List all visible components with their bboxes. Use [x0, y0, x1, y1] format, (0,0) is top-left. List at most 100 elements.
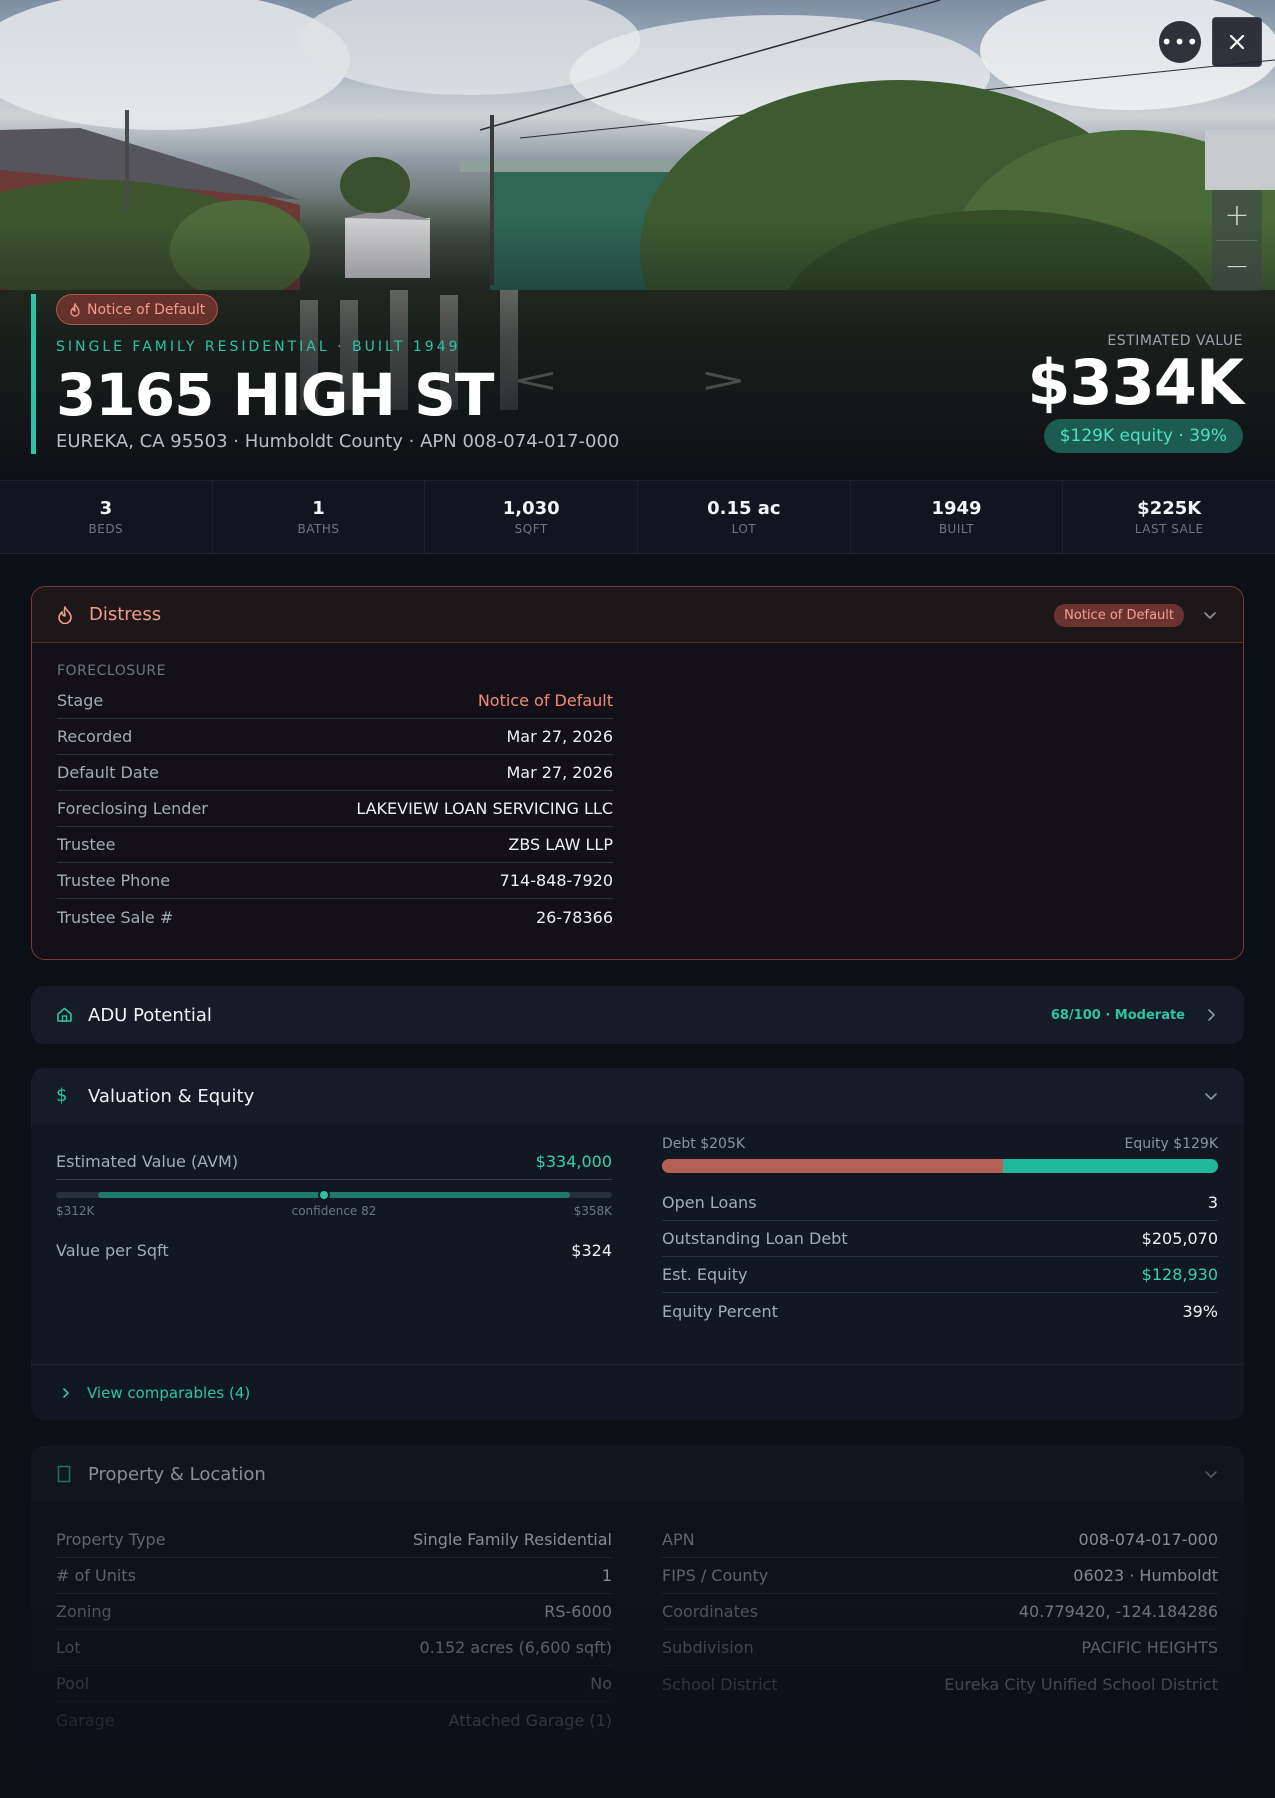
adu-potential-panel[interactable]: ADU Potential 68/100 · Moderate: [31, 986, 1244, 1044]
chevron-down-icon[interactable]: [1203, 1466, 1219, 1482]
stat-label: SQFT: [514, 522, 548, 536]
detail-key: Open Loans: [662, 1193, 757, 1212]
distress-panel: Distress Notice of Default FORECLOSURE S…: [31, 586, 1244, 960]
detail-key: Foreclosing Lender: [57, 799, 208, 818]
adu-panel-header[interactable]: ADU Potential 68/100 · Moderate: [31, 986, 1244, 1044]
detail-row-trustee: Trustee ZBS LAW LLP: [57, 827, 613, 863]
distress-panel-header[interactable]: Distress Notice of Default: [32, 587, 1243, 643]
detail-key: Property Type: [56, 1530, 166, 1549]
detail-row-recorded: Recorded Mar 27, 2026: [57, 719, 613, 755]
detail-row-stage: Stage Notice of Default: [57, 683, 613, 719]
stat-value: 1: [312, 498, 325, 519]
detail-row-trustee-sale: Trustee Sale # 26-78366: [57, 899, 613, 935]
distress-tag: Notice of Default: [56, 294, 219, 325]
adu-score-badge: 68/100 · Moderate: [1050, 1007, 1185, 1023]
detail-row-garage: Garage Attached Garage (1): [56, 1702, 612, 1738]
avm-confidence-range: $312K confidence 82 $358K: [56, 1180, 612, 1220]
debt-equity-bar: [662, 1159, 1218, 1173]
flame-icon: [57, 605, 75, 624]
more-options-button[interactable]: •••: [1159, 21, 1201, 63]
detail-key: Default Date: [57, 763, 159, 782]
detail-value: 40.779420, -124.184286: [1018, 1602, 1218, 1621]
detail-value: 39%: [1182, 1301, 1218, 1321]
ellipsis-icon: •••: [1160, 30, 1200, 54]
stat-built: 1949 BUILT: [851, 481, 1064, 553]
stat-value: $225K: [1137, 498, 1202, 519]
valuation-equity-panel: $ Valuation & Equity Estimated Value (AV…: [31, 1068, 1244, 1420]
detail-key: Pool: [56, 1674, 90, 1693]
detail-value: No: [590, 1674, 612, 1693]
detail-row-subdivision: Subdivision PACIFIC HEIGHTS: [662, 1630, 1218, 1666]
detail-key: FIPS / County: [662, 1566, 769, 1585]
detail-value: $128,930: [1141, 1265, 1218, 1284]
detail-row-equity-percent: Equity Percent 39%: [662, 1293, 1218, 1329]
stat-value: 1,030: [502, 498, 560, 519]
debt-label: Debt $205K: [662, 1136, 746, 1152]
estimated-value-amount: $334K: [1027, 346, 1244, 419]
detail-row-pool: Pool No: [56, 1666, 612, 1702]
stat-value: 0.15 ac: [707, 498, 781, 519]
detail-value: Mar 27, 2026: [506, 727, 613, 746]
chevron-down-icon[interactable]: [1203, 1088, 1219, 1104]
detail-value: RS-6000: [544, 1602, 612, 1621]
detail-row-units: # of Units 1: [56, 1558, 612, 1594]
detail-value[interactable]: 714-848-7920: [500, 871, 613, 890]
detail-key: Coordinates: [662, 1602, 759, 1621]
detail-row-lot: Lot 0.152 acres (6,600 sqft): [56, 1630, 612, 1666]
debt-equity-block: Debt $205K Equity $129K Open Loans 3 Out…: [662, 1136, 1218, 1329]
valuation-panel-header[interactable]: $ Valuation & Equity: [31, 1068, 1244, 1124]
detail-value: Single Family Residential: [413, 1530, 612, 1549]
detail-key: Trustee Sale #: [57, 907, 174, 927]
close-button[interactable]: [1212, 17, 1262, 67]
detail-row-zoning: Zoning RS-6000: [56, 1594, 612, 1630]
valuation-title: Valuation & Equity: [88, 1085, 255, 1107]
detail-row-loan-debt: Outstanding Loan Debt $205,070: [662, 1221, 1218, 1257]
detail-row-coordinates: Coordinates 40.779420, -124.184286: [662, 1594, 1218, 1630]
detail-key: Recorded: [57, 727, 133, 746]
property-stats-bar: 3 BEDS 1 BATHS 1,030 SQFT 0.15 ac LOT 19…: [0, 480, 1275, 554]
dollar-icon: $: [56, 1085, 68, 1106]
avm-value: $334,000: [535, 1152, 612, 1171]
property-title: Property & Location: [88, 1463, 266, 1485]
equity-label: Equity $129K: [1124, 1136, 1218, 1152]
hero-property-info: Notice of Default SINGLE FAMILY RESIDENT…: [31, 294, 619, 454]
view-comparables-link[interactable]: View comparables (4): [31, 1364, 1244, 1420]
estimated-value-block: ESTIMATED VALUE $334K $129K equity · 39%: [1027, 333, 1244, 453]
property-location-line: EUREKA, CA 95503 · Humboldt County · APN…: [56, 431, 620, 452]
adu-title: ADU Potential: [88, 1004, 212, 1026]
zoom-in-button[interactable]: +: [1212, 190, 1262, 240]
detail-key: Trustee Phone: [57, 871, 171, 890]
stat-label: BUILT: [938, 522, 975, 536]
detail-value: 26-78366: [535, 907, 613, 927]
detail-row-open-loans: Open Loans 3: [662, 1185, 1218, 1221]
street-view-hero[interactable]: ••• + − < > Notice of Default SINGLE FAM…: [0, 0, 1275, 480]
equity-pill: $129K equity · 39%: [1043, 419, 1243, 453]
debt-equity-legend: Debt $205K Equity $129K: [662, 1136, 1218, 1152]
avm-row: Estimated Value (AVM) $334,000: [56, 1144, 612, 1180]
close-icon: [1229, 34, 1245, 50]
chevron-right-icon: [63, 1387, 69, 1398]
detail-value: 06023 · Humboldt: [1073, 1566, 1218, 1585]
chevron-down-icon[interactable]: [1202, 607, 1218, 623]
debt-segment: [662, 1159, 1004, 1173]
detail-row-trustee-phone: Trustee Phone 714-848-7920: [57, 863, 613, 899]
street-view-next-arrow[interactable]: >: [700, 361, 747, 400]
detail-key: Zoning: [56, 1602, 112, 1621]
stat-label: LAST SALE: [1134, 522, 1204, 536]
detail-key: Outstanding Loan Debt: [662, 1229, 848, 1248]
view-comparables-label: View comparables (4): [87, 1383, 251, 1402]
detail-value: 008-074-017-000: [1078, 1530, 1218, 1549]
detail-key: Value per Sqft: [56, 1240, 169, 1260]
chevron-right-icon[interactable]: [1203, 1007, 1219, 1023]
range-confidence-label: confidence 82: [291, 1204, 377, 1218]
detail-key: Equity Percent: [662, 1301, 778, 1321]
detail-key: Lot: [56, 1638, 81, 1657]
detail-row-apn: APN 008-074-017-000: [662, 1522, 1218, 1558]
detail-row-lender: Foreclosing Lender LAKEVIEW LOAN SERVICI…: [57, 791, 613, 827]
property-panel-header[interactable]: Property & Location: [31, 1446, 1244, 1502]
detail-row-property-type: Property Type Single Family Residential: [56, 1522, 612, 1558]
detail-value: LAKEVIEW LOAN SERVICING LLC: [356, 799, 613, 818]
zoom-out-button[interactable]: −: [1212, 241, 1262, 291]
detail-key: Stage: [57, 691, 104, 710]
detail-row-default-date: Default Date Mar 27, 2026: [57, 755, 613, 791]
